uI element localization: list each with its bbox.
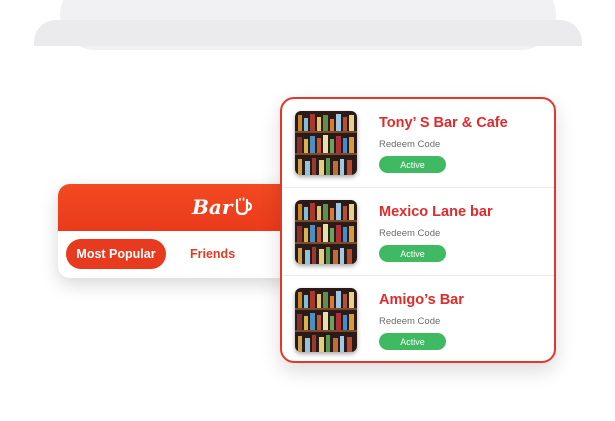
redeem-code-label: Redeem Code bbox=[379, 228, 441, 239]
bar-name: Tony’ S Bar & Cafe bbox=[379, 115, 508, 131]
status-badge: Active bbox=[379, 156, 446, 173]
app-header: Bar bbox=[58, 184, 306, 231]
bar-thumbnail bbox=[295, 200, 357, 264]
app-tabs: Most Popular Friends bbox=[58, 231, 306, 278]
bar-thumbnail bbox=[295, 288, 357, 352]
app-logo: Bar bbox=[192, 192, 253, 222]
redeem-code-label: Redeem Code bbox=[379, 316, 441, 327]
list-item[interactable]: Amigo’s Bar Redeem Code Active bbox=[282, 275, 554, 361]
app-logo-text: Bar bbox=[192, 195, 233, 219]
bar-name: Mexico Lane bar bbox=[379, 204, 493, 220]
list-item[interactable]: Tony’ S Bar & Cafe Redeem Code Active bbox=[282, 99, 554, 187]
redeem-code-label: Redeem Code bbox=[379, 139, 441, 150]
tab-most-popular[interactable]: Most Popular bbox=[66, 239, 166, 269]
bar-list-card: Tony’ S Bar & Cafe Redeem Code Active Me… bbox=[280, 97, 556, 363]
bar-name: Amigo’s Bar bbox=[379, 292, 464, 308]
status-badge: Active bbox=[379, 333, 446, 350]
mug-icon bbox=[236, 197, 253, 216]
status-badge: Active bbox=[379, 245, 446, 262]
background-device-edge bbox=[34, 20, 582, 46]
app-preview-card: Bar Most Popular Friends bbox=[58, 184, 306, 278]
tab-friends[interactable]: Friends bbox=[190, 239, 235, 269]
bar-thumbnail bbox=[295, 111, 357, 175]
list-item[interactable]: Mexico Lane bar Redeem Code Active bbox=[282, 187, 554, 275]
